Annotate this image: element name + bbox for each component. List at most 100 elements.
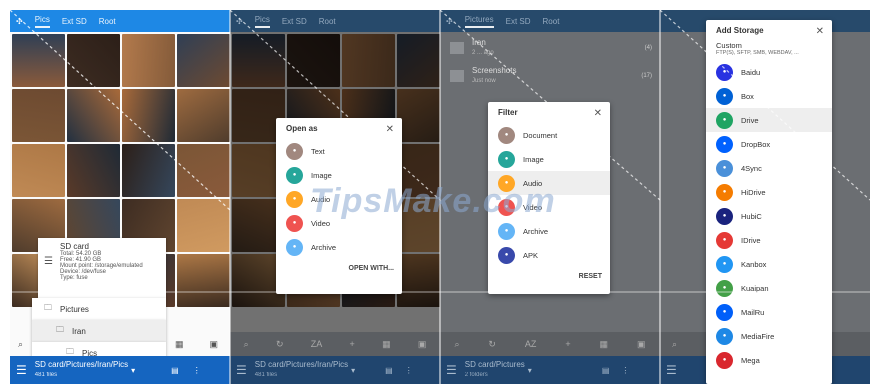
menu-icon[interactable]: ☰ (16, 363, 27, 377)
photo-thumbnail[interactable] (177, 144, 230, 197)
tab-root[interactable]: Root (99, 17, 116, 26)
refresh-icon[interactable]: ↻ (276, 339, 284, 350)
select-icon[interactable]: ▣ (209, 339, 218, 350)
tab-pics[interactable]: Pics (34, 15, 50, 28)
clipboard-icon[interactable]: ▤ (385, 366, 393, 375)
filter-option[interactable]: ● Document (488, 123, 610, 147)
tab-pics[interactable]: Pics (254, 15, 270, 28)
open-with-button[interactable]: OPEN WITH... (276, 259, 402, 278)
open-as-option[interactable]: ● Archive (276, 235, 402, 259)
clipboard-icon[interactable]: ▤ (171, 366, 179, 375)
dropdown-icon[interactable]: ▾ (351, 366, 355, 375)
photo-thumbnail[interactable] (67, 89, 120, 142)
photo-thumbnail[interactable] (177, 199, 230, 252)
tab-root[interactable]: Root (319, 17, 336, 26)
app-icon[interactable]: ✣ (16, 17, 23, 26)
photo-thumbnail[interactable] (122, 144, 175, 197)
open-as-option[interactable]: ● Text (276, 139, 402, 163)
photo-thumbnail[interactable] (67, 34, 120, 87)
grid-view-icon[interactable]: ▦ (382, 339, 391, 350)
add-icon[interactable]: + (565, 339, 570, 349)
menu-icon[interactable]: ☰ (666, 363, 677, 377)
storage-option[interactable]: ● MailRu (706, 300, 832, 324)
dropdown-icon[interactable]: ▾ (528, 366, 532, 375)
mailru-icon: ● (716, 303, 733, 321)
app-icon[interactable]: ✣ (236, 17, 243, 26)
audio-icon: ● (286, 190, 303, 208)
tab-ext-sd[interactable]: Ext SD (62, 17, 87, 26)
filter-option[interactable]: ● Archive (488, 219, 610, 243)
current-path[interactable]: SD card/Pictures/Iran/Pics (35, 360, 128, 370)
search-icon[interactable]: ⌕ (244, 339, 249, 350)
photo-thumbnail[interactable] (177, 34, 230, 87)
row-sub: Just now (472, 78, 496, 84)
photo-thumbnail[interactable] (12, 34, 65, 87)
close-icon[interactable]: ✕ (386, 124, 394, 135)
storage-option[interactable]: ● DropBox (706, 132, 832, 156)
clipboard-icon[interactable]: ▤ (602, 366, 610, 375)
search-icon[interactable]: ⌕ (18, 339, 23, 350)
search-icon[interactable]: ⌕ (454, 339, 459, 350)
reset-button[interactable]: RESET (488, 267, 610, 286)
sort-button[interactable]: AZ (525, 339, 537, 349)
storage-option[interactable]: ● HubiC (706, 204, 832, 228)
tab-bar: ✣ Pics Ext SD Root (230, 10, 440, 32)
close-icon[interactable]: ✕ (816, 26, 824, 37)
photo-thumbnail[interactable] (177, 254, 230, 307)
more-icon[interactable]: ⋮ (621, 366, 629, 375)
box-icon: ● (716, 87, 733, 105)
photo-thumbnail[interactable] (12, 89, 65, 142)
grid-view-icon[interactable]: ▦ (175, 339, 184, 350)
android-icon: ● (498, 246, 515, 264)
path-bar: ☰ SD card/Pictures/Iran/Pics 481 files ▾ … (230, 356, 440, 384)
storage-option[interactable]: ● Drive (706, 108, 832, 132)
more-icon[interactable]: ⋮ (405, 366, 413, 375)
menu-icon[interactable]: ☰ (446, 363, 457, 377)
storage-option[interactable]: ● Box (706, 84, 832, 108)
select-icon[interactable]: ▣ (418, 339, 427, 350)
refresh-icon[interactable]: ↻ (488, 339, 496, 350)
tab-ext-sd[interactable]: Ext SD (282, 17, 307, 26)
photo-thumbnail[interactable] (122, 89, 175, 142)
folder-tree-item[interactable]: 🗀 Pictures (32, 298, 166, 320)
current-path[interactable]: SD card/Pictures (465, 360, 525, 370)
file-count: 481 files (254, 372, 278, 378)
photo-thumbnail[interactable] (177, 89, 230, 142)
row-title: Screenshots (472, 66, 517, 75)
photo-thumbnail[interactable] (122, 34, 175, 87)
storage-option[interactable]: ● 4Sync (706, 156, 832, 180)
storage-list-icon: ☰ (44, 256, 53, 267)
search-icon[interactable]: ⌕ (672, 339, 677, 350)
grid-view-icon[interactable]: ▦ (600, 339, 609, 350)
open-as-option-label: Archive (311, 242, 337, 252)
action-toolbar: ⌕ ↻ ZA + ▦ ▣ (230, 332, 440, 356)
tab-pictures[interactable]: Pictures (464, 15, 494, 28)
filter-option[interactable]: ● Image (488, 147, 610, 171)
select-icon[interactable]: ▣ (637, 339, 646, 350)
custom-storage-option[interactable]: Custom FTP(S), SFTP, SMB, WEBDAV, ... (706, 41, 832, 60)
storage-option[interactable]: ● IDrive (706, 228, 832, 252)
sort-button[interactable]: ZA (311, 339, 323, 349)
tab-ext-sd[interactable]: Ext SD (506, 17, 531, 26)
photo-thumbnail[interactable] (12, 144, 65, 197)
app-icon[interactable]: ✣ (446, 17, 453, 26)
more-icon[interactable]: ⋮ (193, 366, 201, 375)
filter-option[interactable]: ● APK (488, 243, 610, 267)
storage-option[interactable]: ● HiDrive (706, 180, 832, 204)
storage-option[interactable]: ● Mega (706, 348, 832, 372)
archive-icon: ● (498, 222, 515, 240)
menu-icon[interactable]: ☰ (236, 363, 247, 377)
storage-option[interactable]: ● Kanbox (706, 252, 832, 276)
photo-thumbnail[interactable] (67, 144, 120, 197)
storage-option[interactable]: ● Kuaipan (706, 276, 832, 300)
list-item[interactable]: Screenshots Just now (17) (440, 64, 660, 88)
tab-root[interactable]: Root (543, 17, 560, 26)
list-item[interactable]: Iran 2 ... ago (4) (440, 36, 660, 60)
storage-option[interactable]: ● Baidu (706, 60, 832, 84)
storage-option[interactable]: ● MediaFire (706, 324, 832, 348)
close-icon[interactable]: ✕ (594, 108, 602, 119)
folder-icon (450, 42, 464, 54)
dropdown-icon[interactable]: ▾ (131, 366, 135, 375)
add-icon[interactable]: + (350, 339, 355, 349)
current-path[interactable]: SD card/Pictures/Iran/Pics (255, 360, 348, 370)
